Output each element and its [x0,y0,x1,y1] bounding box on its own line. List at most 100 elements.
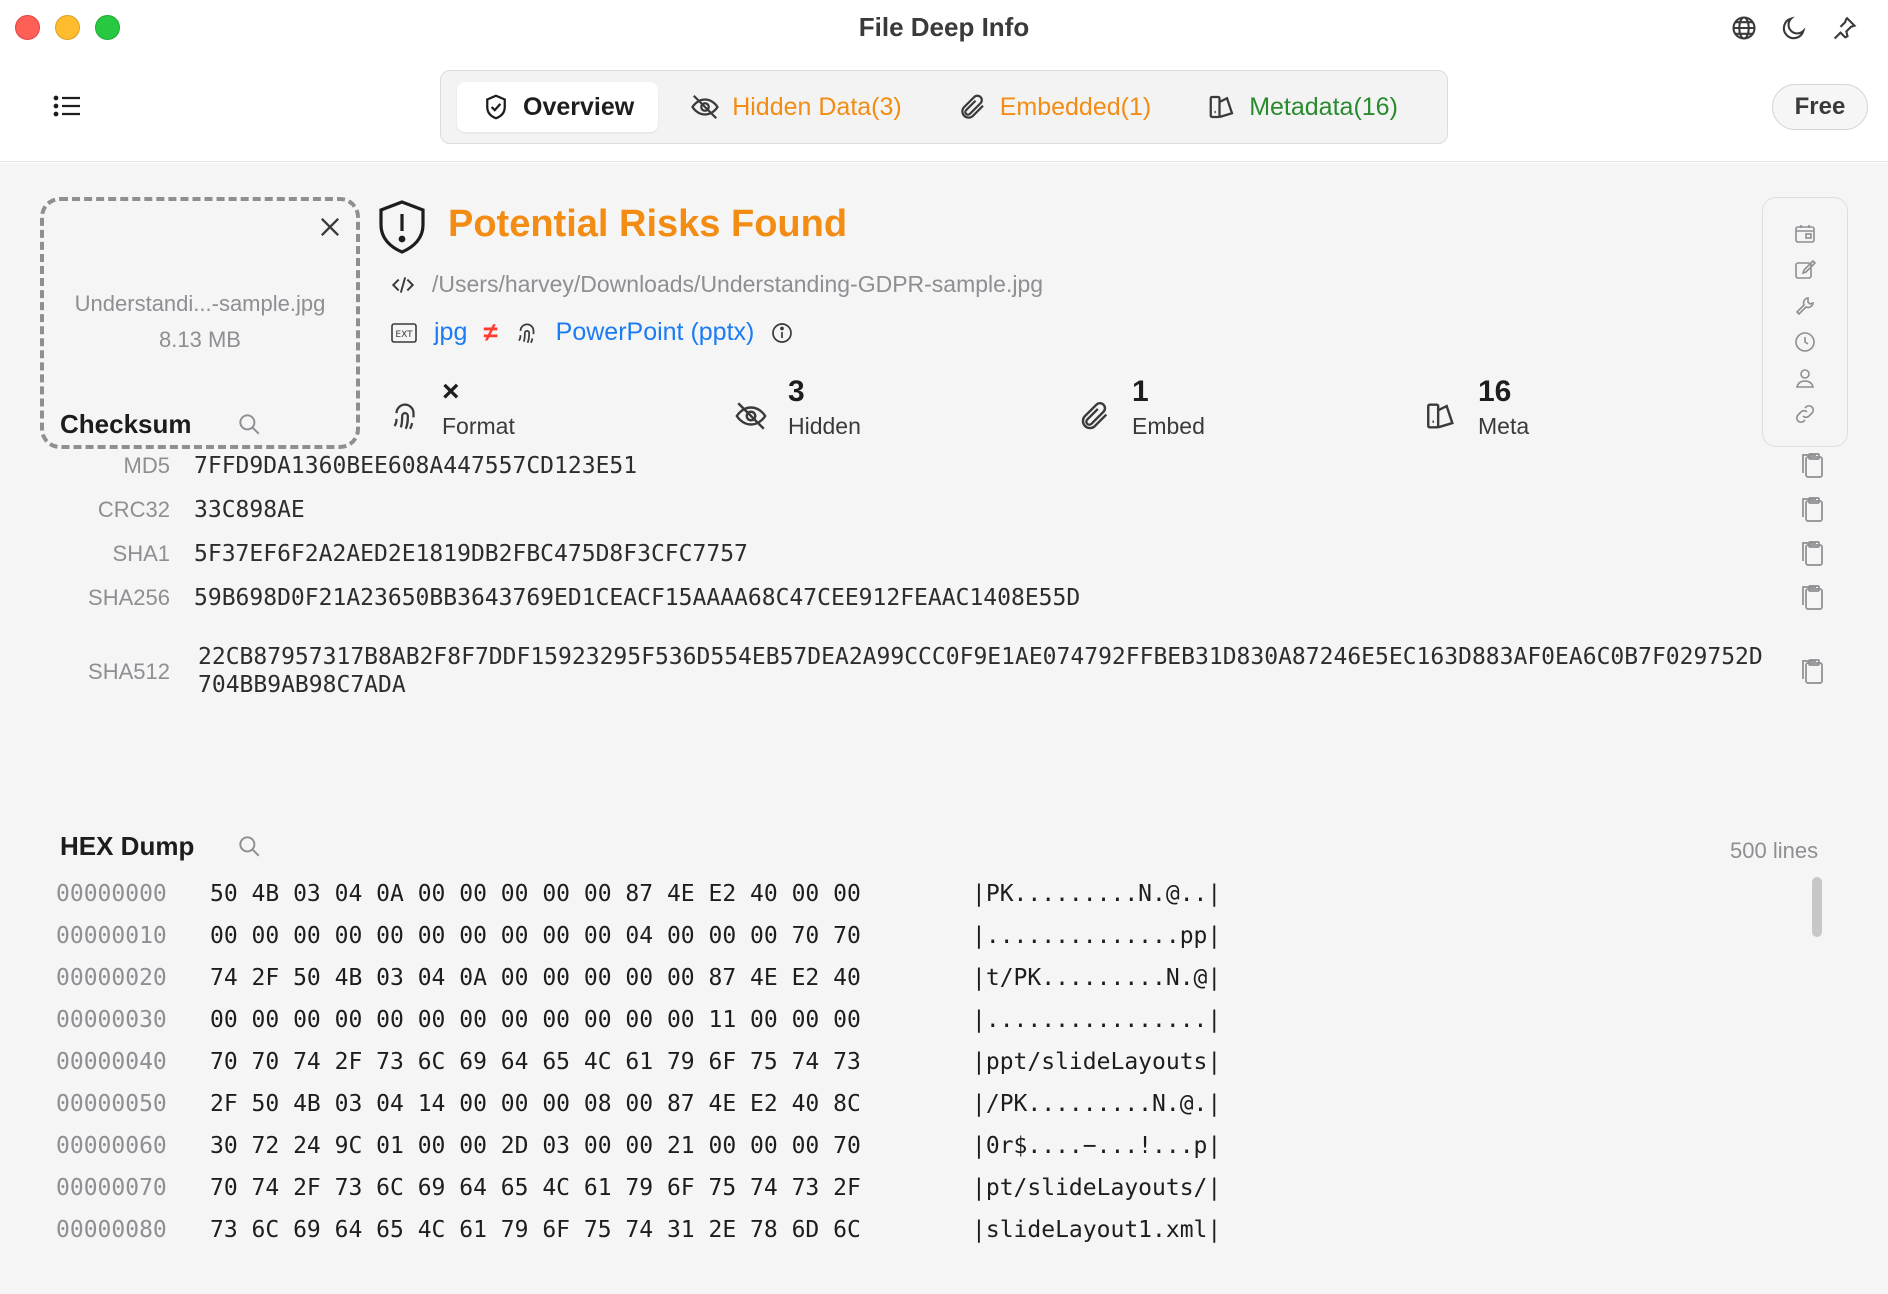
stat-label: Embed [1132,413,1205,439]
sidebar-list-icon[interactable] [52,92,84,120]
hex-bytes: 00 00 00 00 00 00 00 00 00 00 04 00 00 0… [210,923,861,949]
tab-label: Metadata(16) [1249,92,1398,121]
hex-row: 00000070 70 74 2F 73 6C 69 64 65 4C 61 79… [56,1167,1756,1209]
info-icon[interactable] [770,321,794,345]
checksum-row-sha1: SHA1 5F37EF6F2A2AED2E1819DB2FBC475D8F3CF… [0,541,1888,581]
file-name: Understandi...-sample.jpg [74,291,326,316]
hex-row: 00000000 50 4B 03 04 0A 00 00 00 00 00 87… [56,873,1756,915]
globe-icon[interactable] [1730,14,1758,42]
hex-bytes: 00 00 00 00 00 00 00 00 00 00 00 00 11 0… [210,1007,861,1033]
stat-label: Format [442,413,515,439]
hex-bytes: 2F 50 4B 03 04 14 00 00 00 08 00 87 4E E… [210,1091,861,1117]
stats-row: × Format 3 Hidden 1 Embed 16 Meta [388,375,1588,455]
hex-ascii: |..............pp| [972,923,1222,949]
search-icon[interactable] [236,833,262,859]
file-extension: jpg [434,318,468,346]
checksum-value[interactable]: 5F37EF6F2A2AED2E1819DB2FBC475D8F3CFC7757 [194,541,748,567]
hex-dump-view[interactable]: 00000000 50 4B 03 04 0A 00 00 00 00 00 87… [56,873,1756,1245]
checksum-row-sha256: SHA256 59B698D0F21A23650BB3643769ED1CEAC… [0,585,1888,625]
main-content: Understandi...-sample.jpg 8.13 MB Potent… [0,163,1888,1294]
hex-offset: 00000080 [56,1217,167,1243]
tab-hidden-data[interactable]: Hidden Data(3) [666,82,926,132]
tab-metadata[interactable]: Metadata(16) [1183,82,1422,132]
hex-row: 00000020 74 2F 50 4B 03 04 0A 00 00 00 00… [56,957,1756,999]
stat-embed[interactable]: 1 Embed [1078,375,1205,440]
checksum-value[interactable]: 59B698D0F21A23650BB3643769ED1CEACF15AAAA… [194,585,1080,611]
tab-label: Embedded(1) [999,92,1152,121]
moon-icon[interactable] [1780,14,1808,42]
person-icon[interactable] [1793,366,1817,390]
checksum-value[interactable]: 7FFD9DA1360BEE608A447557CD123E51 [194,453,637,479]
shield-warning-icon [376,199,428,255]
title-bar: File Deep Info Overview Hidden Data(3) E… [0,0,1888,162]
hex-ascii: |................| [972,1007,1222,1033]
wrench-icon[interactable] [1793,294,1817,318]
file-path[interactable]: /Users/harvey/Downloads/Understanding-GD… [432,271,1043,298]
hex-offset: 00000010 [56,923,167,949]
stat-format: × Format [388,375,515,440]
hex-offset: 00000000 [56,881,167,907]
tab-embedded[interactable]: Embedded(1) [934,82,1175,132]
quick-actions-panel [1762,197,1848,447]
search-icon[interactable] [236,411,262,437]
hex-offset: 00000070 [56,1175,167,1201]
checksum-label: MD5 [123,453,170,478]
stat-value: 1 [1132,375,1149,408]
hex-bytes: 30 72 24 9C 01 00 00 2D 03 00 00 21 00 0… [210,1133,861,1159]
fingerprint-icon [514,320,540,346]
copy-icon[interactable] [1798,583,1826,613]
metadata-icon [1207,92,1237,122]
pin-icon[interactable] [1830,14,1858,42]
hex-ascii: |PK.........N.@..| [972,881,1222,907]
copy-icon[interactable] [1798,495,1826,525]
hex-row: 00000060 30 72 24 9C 01 00 00 2D 03 00 00… [56,1125,1756,1167]
copy-icon[interactable] [1798,451,1826,481]
clock-icon[interactable] [1793,330,1817,354]
stat-label: Hidden [788,413,861,439]
hex-ascii: |0r$....−...!...p| [972,1133,1222,1159]
hex-row: 00000010 00 00 00 00 00 00 00 00 00 00 04… [56,915,1756,957]
free-button[interactable]: Free [1772,84,1868,130]
hex-offset: 00000050 [56,1091,167,1117]
copy-icon[interactable] [1798,539,1826,569]
eye-slash-icon [734,375,768,440]
checksum-value[interactable]: 33C898AE [194,497,305,523]
stat-meta[interactable]: 16 Meta [1424,375,1529,440]
extension-icon: EXT [390,321,418,345]
title-toolbar [1730,14,1858,42]
checksum-value[interactable]: 22CB87957317B8AB2F8F7DDF15923295F536D554… [198,643,1768,699]
detected-format-link[interactable]: PowerPoint (pptx) [556,318,755,347]
calendar-icon[interactable] [1793,222,1817,246]
stat-hidden[interactable]: 3 Hidden [734,375,861,440]
hex-bytes: 50 4B 03 04 0A 00 00 00 00 00 87 4E E2 4… [210,881,861,907]
window-title: File Deep Info [858,12,1030,42]
hex-row: 00000030 00 00 00 00 00 00 00 00 00 00 00… [56,999,1756,1041]
paperclip-icon [958,92,988,122]
copy-icon[interactable] [1798,657,1826,687]
checksum-row-sha512: SHA512 22CB87957317B8AB2F8F7DDF15923295F… [0,643,1888,705]
file-path-row: /Users/harvey/Downloads/Understanding-GD… [390,271,1043,298]
shield-check-icon [481,92,511,122]
tab-overview[interactable]: Overview [457,82,659,132]
edit-icon[interactable] [1793,258,1817,282]
fingerprint-icon [388,375,422,440]
code-icon [390,272,416,298]
hex-ascii: |slideLayout1.xml| [972,1217,1222,1243]
metadata-icon [1424,375,1458,440]
tab-label: Hidden Data(3) [732,92,902,121]
checksum-label: SHA256 [88,585,170,610]
checksum-label: SHA512 [88,659,170,684]
hex-offset: 00000030 [56,1007,167,1033]
link-icon[interactable] [1793,402,1817,426]
checksum-title: Checksum [60,409,192,439]
hex-ascii: |ppt/slideLayouts| [972,1049,1222,1075]
checksum-label: SHA1 [112,541,170,566]
stat-label: Meta [1478,413,1530,439]
close-icon[interactable] [316,213,344,241]
tab-label: Overview [523,92,635,121]
svg-text:EXT: EXT [395,330,413,340]
hex-ascii: |/PK.........N.@.| [972,1091,1222,1117]
hex-scrollbar[interactable] [1812,877,1822,937]
stat-value: 3 [788,375,805,408]
risk-title: Potential Risks Found [448,203,848,245]
